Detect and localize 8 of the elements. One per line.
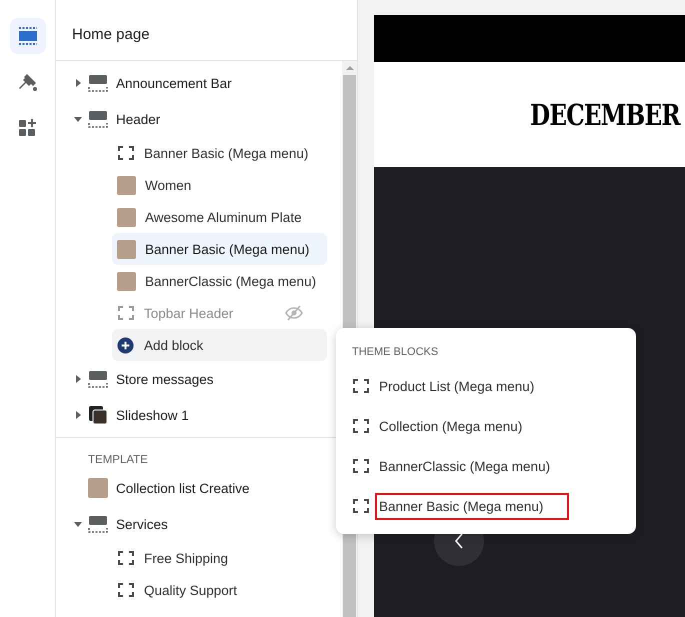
store-logo: DECEMBER [530,98,680,132]
item-label: BannerClassic (Mega menu) [378,458,552,476]
group-label: TEMPLATE [87,453,149,468]
panel-title: Home page [56,0,357,61]
item-label: Product List (Mega menu) [378,378,536,396]
menu-heading: THEME BLOCKS [352,346,440,358]
item-label: Collection (Mega menu) [378,418,524,436]
outlined-item-label: Banner Basic (Mega menu) [375,492,570,520]
